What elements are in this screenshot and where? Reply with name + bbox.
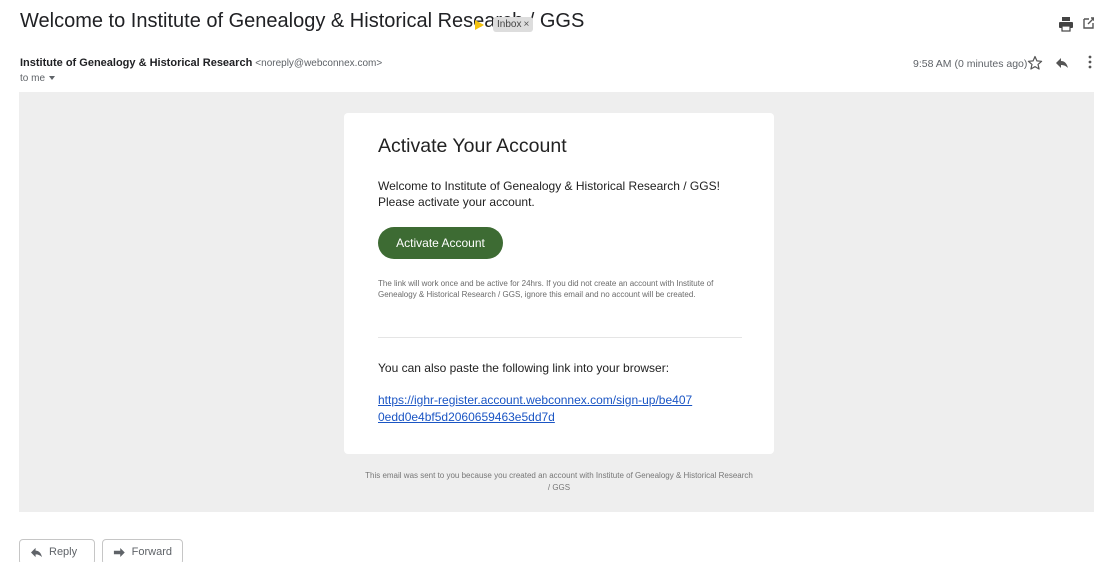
paste-link-instruction: You can also paste the following link in… bbox=[378, 361, 670, 375]
card-divider bbox=[378, 337, 742, 338]
popout-icon[interactable] bbox=[1082, 16, 1094, 30]
email-footer-note: This email was sent to you because you c… bbox=[365, 471, 753, 492]
star-icon[interactable] bbox=[1027, 55, 1043, 71]
remove-label-icon[interactable]: × bbox=[523, 19, 529, 30]
welcome-line-1: Welcome to Institute of Genealogy & Hist… bbox=[378, 179, 720, 193]
email-view: Welcome to Institute of Genealogy & Hist… bbox=[0, 0, 1094, 562]
reply-icon[interactable] bbox=[1055, 57, 1069, 69]
welcome-line-2: Please activate your account. bbox=[378, 195, 535, 209]
subject-header: Welcome to Institute of Genealogy & Hist… bbox=[0, 0, 1094, 40]
inbox-label-chip: Inbox × bbox=[493, 17, 534, 32]
label-chip-text: Inbox bbox=[497, 19, 522, 30]
activation-link[interactable]: https://ighr-register.account.webconnex.… bbox=[378, 392, 698, 423]
recipient-details-toggle[interactable]: to me bbox=[20, 73, 56, 84]
sender-name[interactable]: Institute of Genealogy & Historical Rese… bbox=[20, 57, 252, 69]
email-timestamp: 9:58 AM (0 minutes ago) bbox=[913, 58, 1028, 70]
print-icon[interactable] bbox=[1058, 16, 1074, 32]
reply-label: Reply bbox=[49, 546, 78, 558]
forward-label: Forward bbox=[131, 546, 172, 558]
activation-link-container: https://ighr-register.account.webconnex.… bbox=[378, 392, 698, 423]
reply-button[interactable]: Reply bbox=[19, 539, 95, 562]
activate-account-button[interactable]: Activate Account bbox=[378, 227, 503, 259]
important-marker-icon[interactable] bbox=[475, 20, 484, 30]
welcome-text: Welcome to Institute of Genealogy & Hist… bbox=[378, 178, 720, 210]
recipient-label: to me bbox=[20, 73, 46, 84]
sender-info: Institute of Genealogy & Historical Rese… bbox=[20, 57, 382, 69]
sender-email: <noreply@webconnex.com> bbox=[255, 58, 383, 69]
forward-icon bbox=[113, 547, 125, 557]
more-vert-icon[interactable] bbox=[1088, 55, 1092, 69]
chevron-down-icon[interactable] bbox=[49, 76, 56, 81]
activate-title: Activate Your Account bbox=[378, 135, 567, 157]
disclaimer-text: The link will work once and be active fo… bbox=[378, 279, 714, 299]
reply-icon bbox=[31, 547, 42, 557]
forward-button[interactable]: Forward bbox=[102, 539, 183, 562]
